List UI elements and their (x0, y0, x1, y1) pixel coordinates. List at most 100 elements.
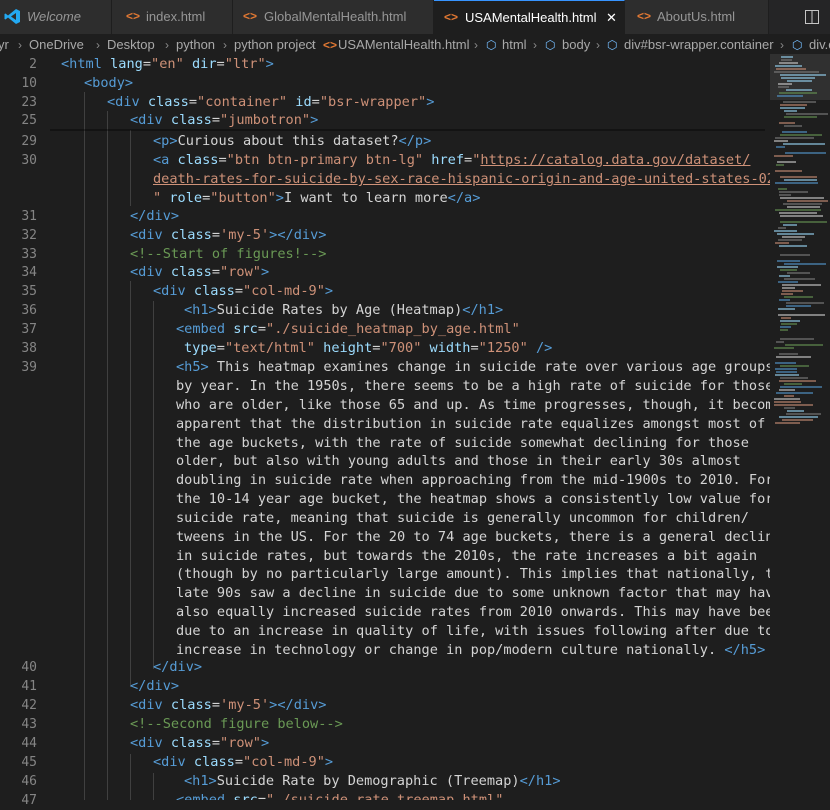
line-number: 40 (21, 660, 37, 675)
breadcrumb-item[interactable]: yr (0, 34, 9, 56)
tab-index-html[interactable]: <> index.html (112, 0, 233, 34)
code-line: <a class="btn btn-primary btn-lg" href="… (153, 152, 751, 168)
chevron-right-icon: › (223, 38, 227, 52)
code-line-wrapped: the 10-14 year age bucket, the heatmap s… (176, 491, 770, 507)
line-number-gutter: 2 10 23 25 29 30 31 32 33 34 35 36 37 38… (0, 54, 50, 808)
minimap-code-line (786, 413, 821, 415)
code-line-wrapped: who are older, like those 65 and up. As … (176, 397, 770, 413)
line-number: 35 (21, 284, 37, 299)
minimap-code-line (780, 134, 822, 136)
chevron-right-icon: › (474, 38, 478, 52)
breadcrumb-item[interactable]: OneDrive (29, 34, 84, 56)
split-editor-icon (805, 10, 819, 24)
minimap-code-line (787, 200, 828, 202)
line-number: 38 (21, 341, 37, 356)
minimap-code-line (781, 77, 815, 79)
minimap-code-line (778, 281, 798, 283)
vscode-logo-icon (4, 9, 20, 24)
indent-guide (130, 754, 131, 800)
minimap-code-line (784, 125, 802, 127)
minimap-code-line (780, 104, 807, 106)
minimap-code-line (784, 179, 817, 181)
minimap-code-line (782, 284, 821, 286)
minimap-code-line (780, 74, 826, 76)
close-icon[interactable]: ✕ (606, 1, 617, 34)
minimap-code-line (784, 116, 817, 118)
breadcrumb-item[interactable]: USAMentalHealth.html (338, 34, 470, 56)
minimap-code-line (780, 269, 797, 271)
minimap-code-line (776, 164, 784, 166)
breadcrumb-item[interactable]: Desktop (107, 34, 155, 56)
minimap-code-line (775, 65, 802, 67)
html-file-icon: <> (126, 9, 141, 23)
minimap-code-line (784, 383, 802, 385)
split-editor-button[interactable] (798, 0, 830, 34)
tab-index-label: index.html (146, 9, 206, 24)
breadcrumb-item[interactable]: python (176, 34, 215, 56)
minimap-code-line (784, 407, 795, 409)
code-line-wrapped: (though by no particularly large amount)… (176, 566, 770, 582)
code-line: <!--Start of figures!--> (130, 246, 327, 262)
line-number: 33 (21, 247, 37, 262)
breadcrumb-item[interactable]: div#bsr-wrapper.container (624, 34, 774, 56)
code-line: </div> (130, 208, 180, 224)
html-file-icon: <> (444, 10, 459, 24)
tab-global-label: GlobalMentalHealth.html (264, 9, 407, 24)
code-line-wrapped: doubling in suicide rate when approachin… (176, 472, 770, 488)
line-number: 10 (21, 76, 37, 91)
breadcrumb-item[interactable]: html (502, 34, 527, 56)
tab-welcome[interactable]: Welcome (0, 0, 112, 34)
breadcrumb-item[interactable]: body (562, 34, 590, 56)
minimap-code-line (775, 182, 818, 184)
line-number: 23 (21, 95, 37, 110)
code-line: <div class="row"> (130, 264, 270, 280)
url-link[interactable]: death-rates-for-suicide-by-sex-race-hisp… (153, 171, 770, 187)
minimap-code-line (776, 356, 811, 358)
minimap-code-line (782, 236, 805, 238)
html-file-icon: <> (323, 38, 338, 52)
minimap-code-line (780, 176, 817, 178)
tab-global-mental-health[interactable]: <> GlobalMentalHealth.html (233, 0, 434, 34)
minimap[interactable] (770, 54, 830, 800)
url-link[interactable]: https://catalog.data.gov/dataset/ (480, 152, 750, 168)
html-element-icon: ⬡ (486, 38, 497, 52)
minimap-code-line (786, 302, 824, 304)
indent-guide (107, 111, 108, 800)
chevron-right-icon: › (310, 38, 314, 52)
minimap-code-line (787, 206, 820, 208)
minimap-code-line (780, 215, 823, 217)
tab-usa-label: USAMentalHealth.html (465, 10, 597, 25)
line-number: 37 (21, 322, 37, 337)
minimap-code-line (774, 71, 819, 73)
minimap-code-line (774, 155, 793, 157)
minimap-code-line (779, 389, 795, 391)
breadcrumb-item[interactable]: div.c (809, 34, 830, 56)
minimap-code-line (776, 392, 813, 394)
minimap-code-line (777, 233, 814, 235)
minimap-code-line (780, 221, 827, 223)
line-number: 45 (21, 755, 37, 770)
code-line-wrapped: in suicide rates, but towards the 2010s,… (176, 548, 758, 564)
tab-usa-mental-health[interactable]: <> USAMentalHealth.html ✕ (434, 0, 625, 34)
minimap-code-line (774, 404, 813, 406)
line-number: 29 (21, 134, 37, 149)
tab-about-us[interactable]: <> AboutUs.html (625, 0, 769, 34)
minimap-code-line (779, 275, 790, 277)
indent-guide (153, 301, 154, 669)
indent-guide (130, 281, 131, 687)
line-number: 25 (21, 113, 37, 128)
minimap-code-line (779, 62, 798, 64)
code-line: type="text/html" height="700" width="125… (184, 340, 553, 356)
minimap-code-line (779, 212, 817, 214)
code-line: <h5> This heatmap examines change in sui… (176, 359, 770, 375)
code-editor[interactable]: <html lang="en" dir="ltr"> <body> <div c… (50, 54, 770, 800)
breadcrumb-item[interactable]: python project (234, 34, 316, 56)
line-number: 44 (21, 736, 37, 751)
code-line: <div class="col-md-9"> (153, 283, 334, 299)
minimap-code-line (786, 113, 828, 115)
code-line: <embed src="./suicide_rate_treemap.html" (176, 792, 504, 800)
minimap-code-line (779, 416, 818, 418)
minimap-code-line (783, 101, 816, 103)
line-number: 2 (29, 57, 37, 72)
minimap-code-line (779, 245, 807, 247)
